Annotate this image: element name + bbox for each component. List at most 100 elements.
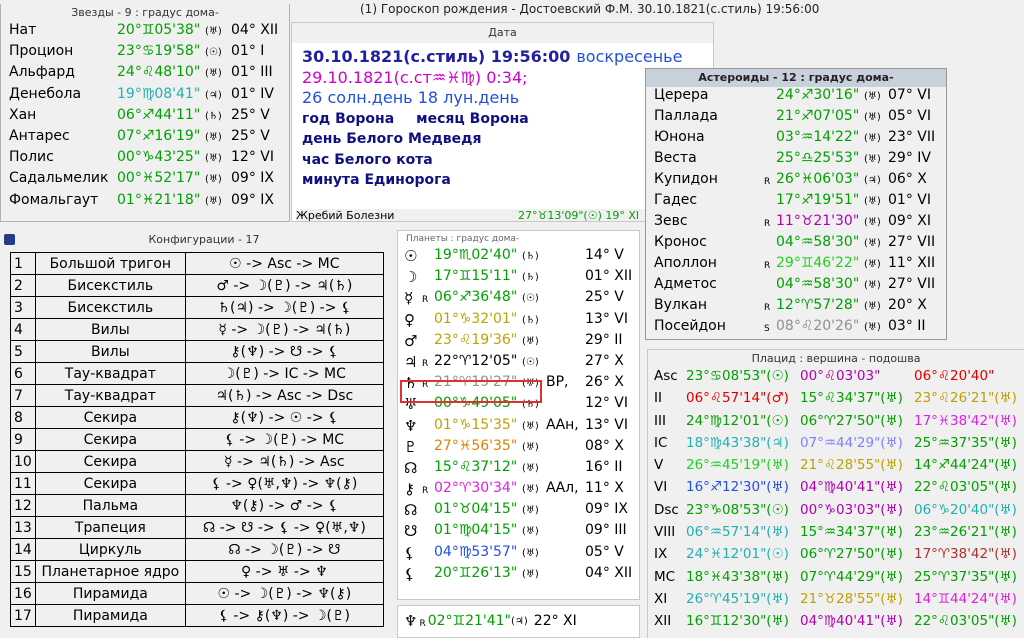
house-cusp: 24°♍12'01"(☉)	[686, 412, 789, 429]
config-name: Большой тригон	[34, 252, 186, 275]
lot-label: Жребий Болезни	[296, 209, 395, 222]
planet-position: 22°♈12'05"	[434, 352, 518, 369]
planet-position: 06°♐36'48"	[434, 289, 518, 306]
config-number: 11	[10, 472, 36, 495]
asteroid-position: 17°♐19'51"	[776, 192, 860, 208]
star-name: Альфард	[9, 64, 75, 81]
planet-position: 19°♏02'40"	[434, 247, 518, 263]
planet-glyph-icon: ♃	[404, 352, 418, 371]
asteroid-house: 20° X	[888, 297, 927, 313]
planet-aspect: (♅)	[522, 441, 539, 453]
config-row: 3 Бисекстиль ♄(♃) -> ☽(♇) -> ⚸	[10, 296, 384, 319]
house-base: 17°♓38'42"(♅)	[914, 412, 1017, 429]
config-formula: ☿ -> ☽(♇) -> ♃(♄)	[184, 318, 384, 341]
star-position: 00°♑43'25"	[117, 149, 201, 166]
house-mid: 06°♈27'50"(♅)	[800, 546, 903, 563]
planet-row: ☉ 19°♏02'40" (♄) 14° V	[404, 247, 639, 268]
house-name: II	[654, 390, 662, 407]
asteroid-name: Посейдон	[654, 318, 726, 334]
planet-house: 25° V	[585, 289, 624, 306]
planet-position: 01°♑15'35"	[434, 416, 518, 433]
planet-row: ♆ 01°♑15'35" (♅) ААн, 13° VI	[404, 417, 639, 438]
stars-list: Нат 20°♊05'38" (♅) 04° XII Процион 23°♋19'58"…	[1, 22, 289, 213]
star-row: Антарес 07°♐16'19" (♅) 25° V	[9, 128, 289, 149]
config-name: Тау-квадрат	[34, 384, 186, 407]
asteroid-house: 07° VI	[888, 87, 931, 103]
asteroid-row: Юнона 03°♒14'22" (♅) 23° VII	[654, 129, 946, 150]
asteroid-name: Гадес	[654, 192, 698, 208]
house-mid: 07°♈44'29"(♅)	[800, 568, 903, 585]
house-base: 25°♈37'35"(♅)	[914, 568, 1017, 585]
config-name: Вилы	[34, 318, 186, 341]
planet-aspect: (♅)	[522, 505, 539, 517]
asteroid-position: 26°♓06'03"	[776, 171, 860, 187]
house-row: IC 18°♍43'38"(♃) 07°♒44'29"(♅) 25°♒37'35"(♅…	[654, 435, 1024, 457]
config-number: 12	[10, 494, 36, 517]
config-formula: ☿ -> ♃(♄) -> Asc	[184, 450, 384, 473]
star-house: 09° IX	[231, 191, 274, 208]
star-name: Денебола	[9, 85, 82, 102]
star-house: 12° VI	[231, 149, 274, 166]
asteroid-aspect: (♃)	[864, 175, 881, 186]
asteroid-house: 11° XII	[888, 255, 936, 271]
asteroid-position: 29°♊46'22"	[776, 255, 860, 271]
asteroid-aspect: (♅)	[864, 154, 881, 165]
planets-list: ☉ 19°♏02'40" (♄) 14° V ☽ 17°♊15'11" (♄) 01° XII…	[398, 247, 639, 586]
asteroid-name: Адметос	[654, 276, 717, 292]
config-formula: ☽(♇) -> IC -> MC	[184, 362, 384, 385]
config-number: 13	[10, 516, 36, 539]
house-row: XII 16°♊12'30"(♅) 04°♍40'41"(♅) 22°♌03'05"(…	[654, 613, 1024, 635]
config-formula: ⚸ -> ☽(♇) -> MC	[184, 428, 384, 451]
asteroid-aspect: (♅)	[864, 301, 881, 312]
asteroid-aspect: (♅)	[864, 238, 881, 249]
house-row: MC 18°♓43'38"(♅) 07°♈44'29"(♅) 25°♈37'35"(♅…	[654, 569, 1024, 591]
config-row: 9 Секира ⚸ -> ☽(♇) -> MC	[10, 428, 384, 451]
house-mid: 15°♌34'37"(♅)	[800, 390, 903, 407]
config-name: Бисекстиль	[34, 274, 186, 297]
house-row: Dsc 23°♑08'53"(☉) 00°♑03'03"(♅) 06°♑20'40"(…	[654, 502, 1024, 524]
planet-aspect: (♅)	[522, 547, 539, 559]
asteroid-name: Паллада	[654, 108, 718, 124]
config-number: 2	[10, 274, 36, 297]
planets-title: Планеты : градус дома-	[406, 234, 520, 244]
planet-row: ⚸ 20°♊26'13" (♅) 04° XII	[404, 565, 639, 586]
asteroid-row: Кронос 04°♒58'30" (♅) 27° VII	[654, 234, 946, 255]
config-row: 16 Пирамида ☉ -> ☽(♇) -> ♆(⚷)	[10, 582, 384, 605]
planet-row: ☊ 15°♌37'12" (♅) 16° II	[404, 459, 639, 480]
planet-glyph-icon: ☊	[404, 458, 418, 477]
house-row: II 06°♌57'14"(♂) 15°♌34'37"(♅) 23°♌26'21"(♅…	[654, 390, 1024, 412]
config-name: Пирамида	[34, 582, 186, 605]
config-table: 1 Большой тригон ☉ -> Asc -> MC 2 Бисекстиль…	[10, 252, 384, 627]
house-cusp: 18°♓43'38"(♅)	[686, 568, 789, 585]
config-name: Пирамида	[34, 604, 186, 627]
placidus-title: Плацид : вершина - подошва	[751, 352, 921, 365]
star-row: Денебола 19°♍08'41" (♃) 01° IV	[9, 86, 289, 107]
retro-flag: R	[419, 619, 426, 629]
config-row: 2 Бисекстиль ♂ -> ☽(♇) -> ♃(♄)	[10, 274, 384, 297]
planet-glyph-icon: ☽	[404, 268, 418, 287]
retro-flag: R	[764, 219, 771, 229]
star-house: 04° XII	[231, 22, 279, 38]
asteroid-position: 04°♒58'30"	[776, 276, 860, 292]
planet-aspect: (♅)	[522, 420, 539, 432]
retro-flag: S	[764, 324, 770, 334]
config-formula: ⚷(♆) -> ☉ -> ⚸	[184, 406, 384, 429]
house-cusp: 23°♋08'53"(☉)	[686, 368, 789, 384]
retro-flag: R	[422, 295, 429, 306]
house-cusp: 16°♐12'30"(♅)	[686, 479, 789, 496]
star-name: Фомальгаут	[9, 191, 99, 208]
star-row: Садальмелик 00°♓52'17" (♅) 09° IX	[9, 170, 289, 191]
config-number: 15	[10, 560, 36, 583]
asteroid-aspect: (♅)	[864, 217, 881, 228]
planet-aspect: (♄)	[522, 314, 539, 326]
stars-panel: Звезды - 9 : градус дома- Нат 20°♊05'38" (…	[0, 4, 290, 222]
config-number: 1	[10, 252, 36, 275]
planet-glyph-icon: ☋	[404, 522, 418, 541]
house-row: V 26°♒45'19"(♅) 21°♌28'55"(♅) 14°♐44'24"(♅)	[654, 457, 1024, 479]
planet-glyph-icon: ⚸	[404, 564, 415, 583]
planet-house: 16° II	[585, 458, 623, 475]
star-aspect: (♅)	[205, 174, 222, 186]
asteroid-name: Зевс	[654, 213, 688, 229]
star-name: Полис	[9, 149, 54, 166]
asteroid-house: 06° X	[888, 171, 927, 187]
